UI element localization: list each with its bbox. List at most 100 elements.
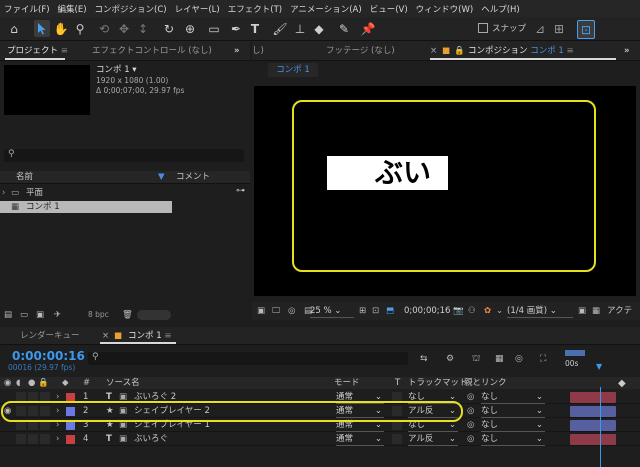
tab-layer[interactable]: し): [252, 41, 264, 61]
graph-editor-icon[interactable]: ⛶: [540, 354, 546, 364]
project-search-input[interactable]: ⚲: [4, 149, 244, 162]
current-time-indicator-icon[interactable]: ◆: [618, 378, 626, 389]
menu-animation[interactable]: アニメーション(A): [286, 3, 366, 15]
shy-icon[interactable]: ⛫: [472, 354, 480, 365]
breadcrumb[interactable]: コンポ 1: [268, 63, 318, 77]
render-icon[interactable]: ✈: [54, 309, 61, 321]
label-color[interactable]: [66, 435, 75, 444]
pick-whip-icon[interactable]: ◎: [467, 405, 474, 417]
column-mode[interactable]: モード: [334, 377, 360, 389]
panel-overflow-icon[interactable]: »: [624, 41, 630, 61]
rotate-tool-icon[interactable]: ↻: [161, 20, 177, 37]
column-number[interactable]: #: [83, 377, 90, 389]
transparency-icon[interactable]: ⬒: [386, 305, 394, 317]
menu-file[interactable]: ファイル(F): [0, 3, 54, 15]
roto-tool-icon[interactable]: ✎: [336, 20, 352, 37]
layer-time-bar[interactable]: [570, 406, 616, 417]
menu-composition[interactable]: コンポジション(C): [91, 3, 171, 15]
tab-timeline-comp[interactable]: コンポ 1 ≡: [128, 327, 171, 347]
active-camera-label[interactable]: アクテ: [607, 305, 632, 317]
preview-icon[interactable]: ▣: [257, 305, 265, 317]
orbit-tool-icon[interactable]: ⟲: [96, 20, 112, 37]
color-icon[interactable]: ✿: [484, 305, 491, 317]
chevron-right-icon[interactable]: ›: [56, 433, 59, 445]
fast-preview-icon[interactable]: ▣: [578, 305, 586, 317]
column-name[interactable]: 名前: [16, 171, 33, 183]
work-area-start[interactable]: [565, 350, 585, 356]
pick-whip-icon[interactable]: ◎: [467, 391, 474, 403]
puppet-tool-icon[interactable]: 📌: [360, 20, 376, 37]
solo-toggle[interactable]: [28, 434, 38, 444]
snap-checkbox[interactable]: [478, 23, 488, 33]
tab-render-queue[interactable]: レンダーキュー: [20, 327, 80, 347]
label-color[interactable]: [66, 421, 75, 430]
home-icon[interactable]: ⌂: [6, 20, 22, 37]
anchor-tool-icon[interactable]: ⊕: [182, 20, 198, 37]
preserve-transparency-toggle[interactable]: [392, 434, 402, 444]
menu-help[interactable]: ヘルプ(H): [477, 3, 524, 15]
project-item-folder[interactable]: › ▭ 平面: [0, 187, 172, 199]
column-comment[interactable]: コメント: [176, 171, 210, 183]
panel-overflow-icon[interactable]: »: [234, 41, 240, 61]
rectangle-tool-icon[interactable]: ▭: [206, 20, 222, 37]
region-icon[interactable]: ⊡: [372, 305, 379, 317]
layer-row[interactable]: › 4 T ▣ ぶいろぐ 通常 ⌄ アル反 ⌄ ◎ なし ⌄: [0, 433, 640, 446]
menu-window[interactable]: ウィンドウ(W): [412, 3, 478, 15]
new-folder-icon[interactable]: ▭: [20, 309, 28, 321]
snapshot-icon[interactable]: 📷: [453, 305, 464, 317]
chevron-right-icon[interactable]: ›: [2, 187, 5, 199]
hand-tool-icon[interactable]: ✋: [53, 20, 69, 37]
playhead[interactable]: ▼: [596, 362, 602, 371]
layer-name[interactable]: ぶいろぐ: [134, 433, 168, 445]
zoom-dropdown[interactable]: 25 % ⌄: [310, 305, 354, 318]
selection-tool-icon[interactable]: [34, 20, 50, 37]
timeline-search-input[interactable]: ⚲: [88, 352, 408, 365]
close-icon[interactable]: ×: [102, 327, 109, 347]
workspace-icon[interactable]: ⊡: [577, 20, 595, 39]
column-parent[interactable]: 親とリンク: [464, 377, 507, 389]
channel-dropdown[interactable]: ⌄: [496, 305, 503, 317]
project-item-comp[interactable]: ▦ コンポ 1: [0, 201, 172, 213]
parent-dropdown[interactable]: なし ⌄: [481, 433, 545, 446]
menu-layer[interactable]: レイヤー(L): [171, 3, 224, 15]
column-track-matte[interactable]: トラックマット: [408, 377, 468, 389]
brush-tool-icon[interactable]: 🖌: [272, 20, 288, 37]
bpc-label[interactable]: 8 bpc: [88, 309, 109, 321]
track-matte-dropdown[interactable]: アル反 ⌄: [408, 433, 458, 446]
audio-toggle[interactable]: [16, 434, 26, 444]
menu-view[interactable]: ビュー(V): [366, 3, 412, 15]
snap-option-icon[interactable]: ⊿: [532, 20, 548, 37]
time-ruler[interactable]: 00s ▼: [563, 347, 635, 379]
project-scroll-handle[interactable]: [137, 310, 171, 320]
parent-dropdown[interactable]: なし ⌄: [481, 419, 545, 432]
audio-icon[interactable]: ◖: [16, 377, 20, 389]
eye-icon[interactable]: ◉: [4, 377, 11, 389]
motion-blur-icon[interactable]: ◎: [515, 354, 523, 364]
show-snapshot-icon[interactable]: ⚇: [468, 305, 476, 317]
new-comp-icon[interactable]: ▣: [36, 309, 44, 321]
sort-icon[interactable]: ▼: [158, 171, 165, 183]
frame-blending-icon[interactable]: ▦: [495, 354, 504, 364]
layer-time-bar[interactable]: [570, 420, 616, 431]
pick-whip-icon[interactable]: ◎: [467, 433, 474, 445]
comp-mini-flowchart-icon[interactable]: ⇆: [420, 354, 428, 364]
interpret-footage-icon[interactable]: ▤: [4, 309, 12, 321]
type-tool-icon[interactable]: T: [247, 20, 263, 37]
lock-icon[interactable]: 🔒: [38, 377, 49, 389]
menu-edit[interactable]: 編集(E): [54, 3, 91, 15]
zoom-tool-icon[interactable]: ⚲: [72, 20, 88, 37]
mask-icon[interactable]: ◎: [288, 305, 295, 317]
parent-dropdown[interactable]: なし ⌄: [481, 405, 545, 418]
resolution-dropdown[interactable]: (1/4 画質) ⌄: [507, 305, 573, 318]
layer-time-bar[interactable]: [570, 392, 616, 403]
column-t[interactable]: T: [395, 377, 400, 389]
grid-icon[interactable]: ⊞: [359, 305, 366, 317]
eraser-tool-icon[interactable]: ◆: [311, 20, 327, 37]
monitor-icon[interactable]: 🖵: [272, 305, 280, 317]
solo-icon[interactable]: ●: [28, 377, 35, 389]
timecode-display[interactable]: 0:00:00:16: [12, 349, 85, 363]
parent-dropdown[interactable]: なし ⌄: [481, 391, 545, 404]
composition-canvas[interactable]: ぶい: [254, 86, 636, 296]
dolly-tool-icon[interactable]: ↕: [135, 20, 151, 37]
current-time[interactable]: 0;00;00;16: [404, 305, 450, 317]
